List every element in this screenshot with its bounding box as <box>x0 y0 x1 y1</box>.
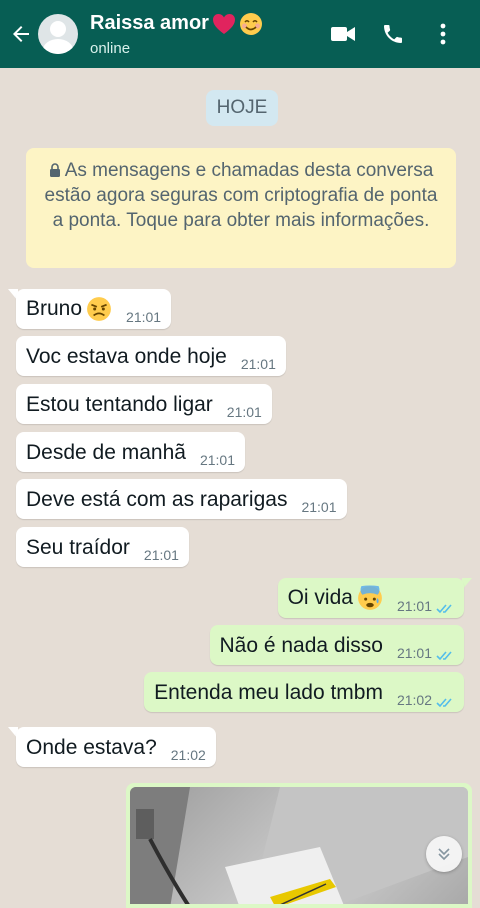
message-time: 21:01 <box>143 547 179 563</box>
message-time: 21:01 <box>396 645 432 661</box>
message-text: Estou tentando ligar <box>26 393 213 416</box>
message-text: Entenda meu lado tmbm <box>154 681 383 704</box>
contact-info[interactable]: Raissa amor online <box>90 12 318 57</box>
chat-header: Raissa amor online <box>0 0 480 68</box>
message-bubble-outgoing[interactable]: Oi vida 21:01 <box>277 578 464 618</box>
message-text: Onde estava? <box>26 736 157 759</box>
message-time: 21:01 <box>226 404 262 420</box>
message-bubble-incoming[interactable]: Seu traídor 21:01 <box>16 527 189 567</box>
message-text: Oi vida <box>287 586 353 609</box>
contact-status: online <box>90 39 131 57</box>
image-message-outgoing[interactable] <box>126 783 472 908</box>
back-button[interactable] <box>4 0 38 68</box>
message-bubble-incoming[interactable]: Estou tentando ligar 21:01 <box>16 384 272 424</box>
message-time: 21:01 <box>396 598 432 614</box>
message-text: Seu traídor <box>26 536 130 559</box>
message-bubble-outgoing[interactable]: Entenda meu lado tmbm 21:02 <box>144 672 464 712</box>
more-options-icon <box>440 23 446 45</box>
message-text: Deve está com as raparigas <box>26 488 288 511</box>
header-actions <box>318 22 468 46</box>
message-bubble-incoming[interactable]: Onde estava? 21:02 <box>16 727 216 767</box>
message-bubble-incoming[interactable]: Deve está com as raparigas 21:01 <box>16 479 347 519</box>
date-chip: HOJE <box>206 90 278 126</box>
message-bubble-outgoing[interactable]: Não é nada disso 21:01 <box>209 625 464 665</box>
message-time: 21:02 <box>170 747 206 763</box>
message-time: 21:02 <box>396 692 432 708</box>
message-text: Voc estava onde hoje <box>26 345 227 368</box>
avatar[interactable] <box>38 14 78 54</box>
back-arrow-icon <box>13 26 29 42</box>
scroll-to-bottom-button[interactable] <box>426 836 462 872</box>
contact-name: Raissa amor <box>90 12 209 34</box>
voice-call-button[interactable] <box>368 22 418 46</box>
red-heart-emoji <box>212 13 235 34</box>
more-options-button[interactable] <box>418 22 468 46</box>
message-time: 21:01 <box>301 499 337 515</box>
smiling-face-emoji <box>239 12 262 35</box>
angry-face-emoji <box>87 297 111 321</box>
message-text: Bruno <box>26 297 83 320</box>
contact-name-row: Raissa amor <box>90 12 318 36</box>
double-chevron-down-icon <box>438 848 450 861</box>
photo-thumbnail[interactable] <box>130 787 468 904</box>
read-ticks-icon <box>436 604 452 614</box>
video-call-button[interactable] <box>318 24 368 44</box>
read-ticks-icon <box>436 651 452 661</box>
message-text: Desde de manhã <box>26 441 186 464</box>
anxious-face-emoji <box>358 585 382 610</box>
message-time: 21:01 <box>126 309 162 325</box>
message-bubble-incoming[interactable]: Bruno 21:01 <box>16 289 172 329</box>
read-ticks-icon <box>436 698 452 708</box>
video-call-icon <box>331 27 355 41</box>
message-time: 21:01 <box>199 452 235 468</box>
message-time: 21:01 <box>240 356 276 372</box>
message-bubble-incoming[interactable]: Voc estava onde hoje 21:01 <box>16 336 286 376</box>
phone-icon <box>384 25 402 43</box>
encryption-notice-text: As mensagens e chamadas desta conversa e… <box>44 160 438 231</box>
message-bubble-incoming[interactable]: Desde de manhã 21:01 <box>16 432 245 472</box>
message-text: Não é nada disso <box>219 634 383 657</box>
lock-icon <box>49 163 60 177</box>
chat-area[interactable]: HOJE As mensagens e chamadas desta conve… <box>0 68 480 908</box>
encryption-notice[interactable]: As mensagens e chamadas desta conversa e… <box>26 148 456 268</box>
